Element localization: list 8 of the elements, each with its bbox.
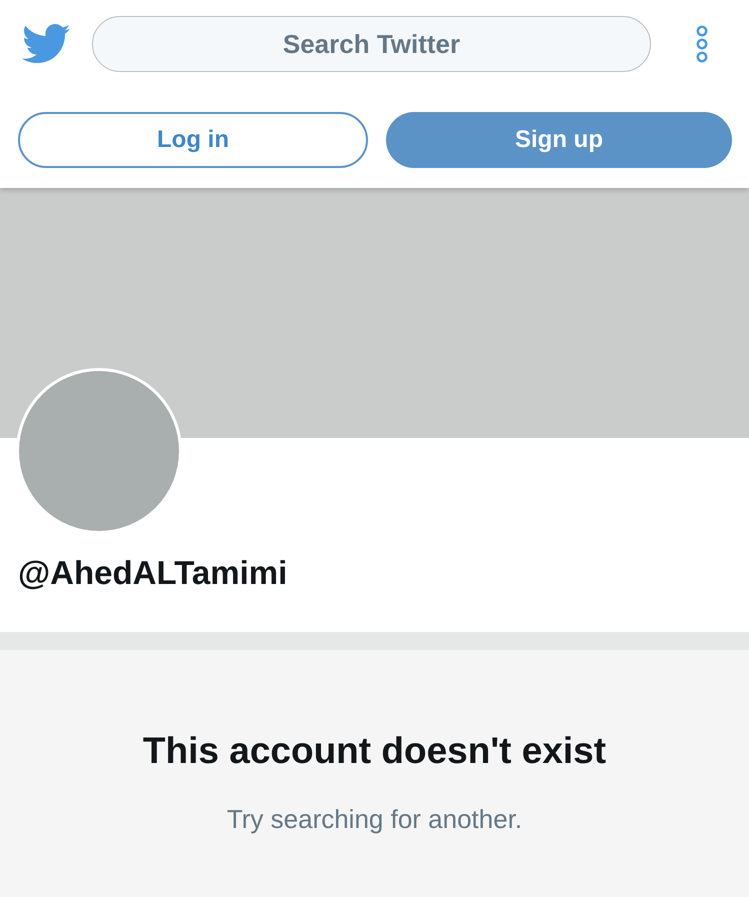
login-button[interactable]: Log in — [18, 112, 368, 168]
search-field[interactable]: Search Twitter — [92, 16, 651, 72]
message-title: This account doesn't exist — [142, 730, 606, 772]
more-options-icon[interactable] — [695, 25, 709, 63]
profile-handle: @AhedALTamimi — [18, 554, 288, 592]
signup-button[interactable]: Sign up — [386, 112, 732, 168]
message-subtitle: Try searching for another. — [226, 804, 522, 835]
bird-logo-icon[interactable] — [22, 24, 70, 64]
